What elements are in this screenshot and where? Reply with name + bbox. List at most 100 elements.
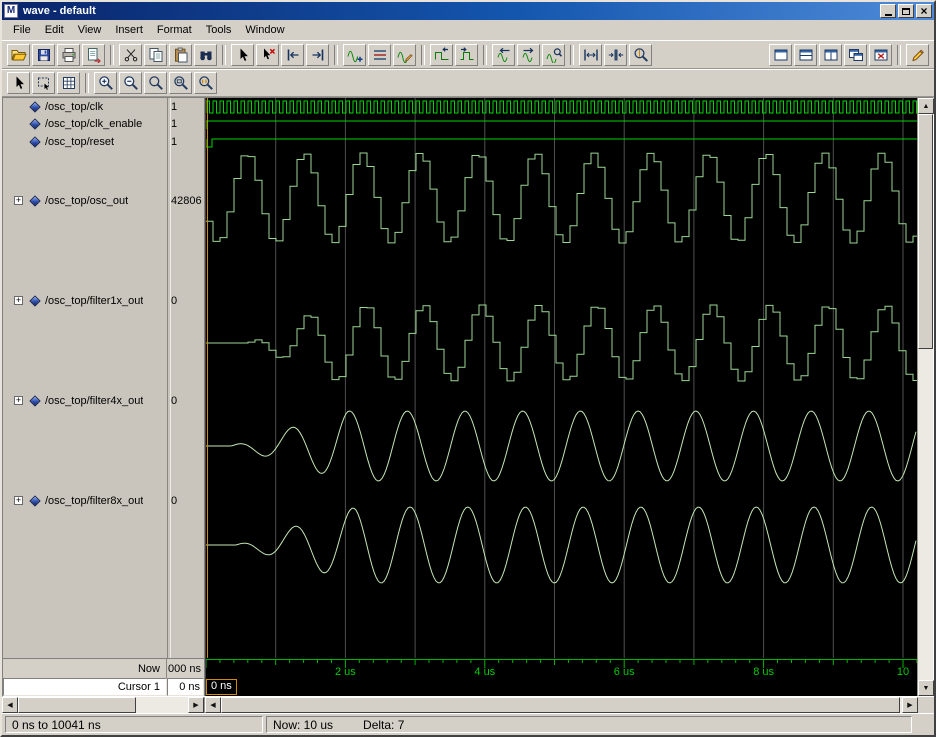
close-icon: × (920, 4, 928, 18)
timeline-ruler[interactable]: 2 us 4 us 6 us 8 us 10 (206, 658, 917, 678)
pointer-mode-button[interactable] (7, 72, 30, 94)
expand-button[interactable]: + (14, 296, 23, 305)
export-button[interactable] (82, 43, 105, 66)
find-next-edge-button[interactable] (455, 43, 478, 66)
insert-divider-button[interactable] (368, 43, 391, 66)
zoom-area-button[interactable] (144, 72, 167, 94)
find-prev-edge-button[interactable] (430, 43, 453, 66)
expand-time-button[interactable] (579, 43, 602, 66)
scroll-up-button[interactable]: ▲ (918, 98, 934, 114)
close-pane-button[interactable] (869, 43, 892, 66)
menu-window[interactable]: Window (238, 22, 291, 38)
wave-canvas[interactable] (206, 98, 917, 658)
cursor-time-box[interactable]: 0 ns (206, 679, 237, 695)
folder-open-icon (11, 49, 27, 60)
vertical-scrollbar[interactable]: ▲ ▼ (917, 98, 934, 696)
expand-h-icon (583, 49, 598, 60)
signal-row[interactable]: /osc_top/reset (3, 135, 167, 148)
modelsim-wave-window: M wave - default × File Edit View Insert For… (0, 0, 936, 737)
names-hscroll-thumb[interactable] (18, 697, 136, 713)
search-forward-button[interactable] (517, 43, 540, 66)
signal-row[interactable]: + /osc_top/filter8x_out (3, 494, 167, 507)
names-hscroll-track[interactable] (18, 697, 188, 713)
minimize-button[interactable] (880, 4, 896, 18)
signal-row[interactable]: /osc_top/clk_enable (3, 117, 167, 130)
ruler-svg: 2 us 4 us 6 us 8 us 10 (206, 659, 917, 678)
arrow-up-icon: ▲ (922, 102, 930, 110)
scroll-left-button[interactable]: ◀ (2, 697, 18, 713)
pane3-icon (799, 49, 812, 60)
signal-row[interactable]: + /osc_top/filter1x_out (3, 294, 167, 307)
toolbar-separator (897, 44, 901, 65)
split-horizontal-button[interactable] (794, 43, 817, 66)
zoom-range-button[interactable] (194, 72, 217, 94)
signal-name: /osc_top/filter1x_out (45, 294, 144, 307)
search-reverse-button[interactable] (492, 43, 515, 66)
find-prev-transition-button[interactable] (281, 43, 304, 66)
copy-button[interactable] (144, 43, 167, 66)
close-button[interactable]: × (916, 4, 932, 18)
cursor1-label[interactable]: Cursor 1 (3, 678, 167, 696)
zoom-cursor-button[interactable] (629, 43, 652, 66)
find-next-transition-button[interactable] (306, 43, 329, 66)
restore-pane-button[interactable] (844, 43, 867, 66)
open-button[interactable] (7, 43, 30, 66)
signal-diamond-icon (29, 294, 41, 307)
cut-button[interactable] (119, 43, 142, 66)
arrow-left-icon: ◀ (210, 702, 216, 709)
save-button[interactable] (32, 43, 55, 66)
wave-filter1x_out (206, 304, 917, 382)
svg-text:8 us: 8 us (753, 666, 774, 678)
zoom-in-button[interactable] (94, 72, 117, 94)
scroll-right-button[interactable]: ▶ (188, 697, 204, 713)
window-title: wave - default (23, 5, 96, 17)
scroll-down-button[interactable]: ▼ (918, 680, 934, 696)
wave-horizontal-scrollbar[interactable]: ◀ ▶ (205, 697, 918, 713)
expand-button[interactable]: + (14, 396, 23, 405)
dock-pane-button[interactable] (769, 43, 792, 66)
wave-filter4x_out (206, 410, 917, 482)
find-button[interactable] (194, 43, 217, 66)
maximize-icon (902, 7, 910, 15)
names-values-divider[interactable] (167, 98, 171, 658)
menu-file[interactable]: File (6, 22, 38, 38)
maximize-button[interactable] (898, 4, 914, 18)
paste-button[interactable] (169, 43, 192, 66)
wave-hscroll-thumb[interactable] (221, 697, 900, 713)
split-vertical-button[interactable] (819, 43, 842, 66)
wave-scroll-left-button[interactable]: ◀ (205, 697, 221, 713)
vertical-scroll-track[interactable] (918, 114, 933, 680)
expand-spacer (14, 119, 23, 128)
menu-view[interactable]: View (71, 22, 109, 38)
expand-button[interactable]: + (14, 496, 23, 505)
wave-scroll-right-button[interactable]: ▶ (902, 697, 918, 713)
edit-mode-button[interactable] (906, 43, 929, 66)
search-pattern-button[interactable] (542, 43, 565, 66)
names-horizontal-scrollbar[interactable]: ◀ ▶ (2, 697, 205, 713)
menu-edit[interactable]: Edit (38, 22, 71, 38)
signal-row[interactable]: /osc_top/clk (3, 100, 167, 113)
status-info: Now: 10 us Delta: 7 (266, 716, 912, 733)
edit-wave-button[interactable] (393, 43, 416, 66)
signal-row[interactable]: + /osc_top/osc_out (3, 194, 167, 207)
menu-insert[interactable]: Insert (108, 22, 150, 38)
select-cursor-button[interactable] (231, 43, 254, 66)
cursor-track[interactable]: 0 ns (206, 678, 917, 696)
collapse-time-button[interactable] (604, 43, 627, 66)
add-wave-button[interactable] (343, 43, 366, 66)
zoom-mode-button[interactable] (32, 72, 55, 94)
expand-button[interactable]: + (14, 196, 23, 205)
menu-format[interactable]: Format (150, 22, 199, 38)
wave-hscroll-track[interactable] (221, 697, 902, 713)
print-button[interactable] (57, 43, 80, 66)
zoom-full-button[interactable] (169, 72, 192, 94)
signal-name: /osc_top/clk_enable (45, 117, 143, 130)
wave-divider-icon (373, 49, 386, 60)
menu-tools[interactable]: Tools (199, 22, 239, 38)
zoom-out-button[interactable] (119, 72, 142, 94)
list-mode-button[interactable] (57, 72, 80, 94)
titlebar[interactable]: M wave - default × (2, 2, 934, 20)
vertical-scroll-thumb[interactable] (918, 114, 933, 349)
signal-row[interactable]: + /osc_top/filter4x_out (3, 394, 167, 407)
delete-cursor-button[interactable] (256, 43, 279, 66)
